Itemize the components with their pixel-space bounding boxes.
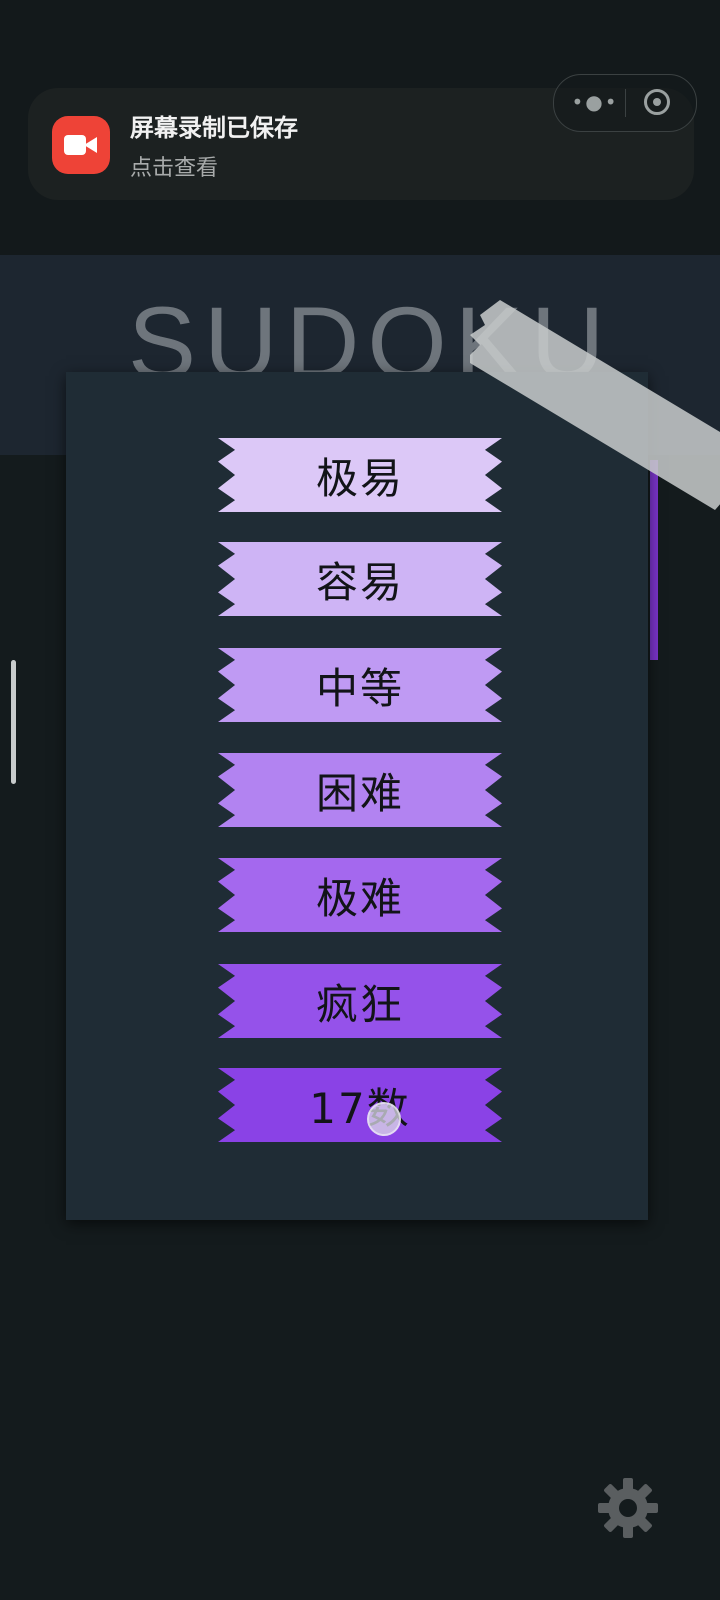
difficulty-label: 困难 [315,768,404,818]
difficulty-label: 极易 [315,453,404,503]
video-camera-icon [52,116,110,174]
difficulty-hard-button[interactable]: 困难 [218,753,502,827]
difficulty-17-clues-button[interactable]: 17数 [218,1068,502,1142]
difficulty-crazy-button[interactable]: 疯狂 [218,964,502,1038]
more-icon[interactable]: •●• [568,88,622,116]
difficulty-label: 容易 [315,557,404,607]
gear-icon[interactable] [596,1476,660,1540]
mini-program-capsule: •●• [553,74,697,132]
difficulty-very-hard-button[interactable]: 极难 [218,858,502,932]
side-gesture-handle[interactable] [11,660,16,784]
difficulty-medium-button[interactable]: 中等 [218,648,502,722]
notification-title: 屏幕录制已保存 [130,114,298,142]
touch-indicator [367,1102,401,1136]
difficulty-easy-button[interactable]: 容易 [218,542,502,616]
difficulty-label: 中等 [315,663,404,713]
difficulty-very-easy-button[interactable]: 极易 [218,438,502,512]
close-circle-icon[interactable] [644,89,670,115]
difficulty-label: 极难 [315,873,404,923]
notification-subtitle: 点击查看 [130,156,219,181]
tape-decoration [470,300,720,510]
difficulty-label: 疯狂 [315,979,404,1029]
